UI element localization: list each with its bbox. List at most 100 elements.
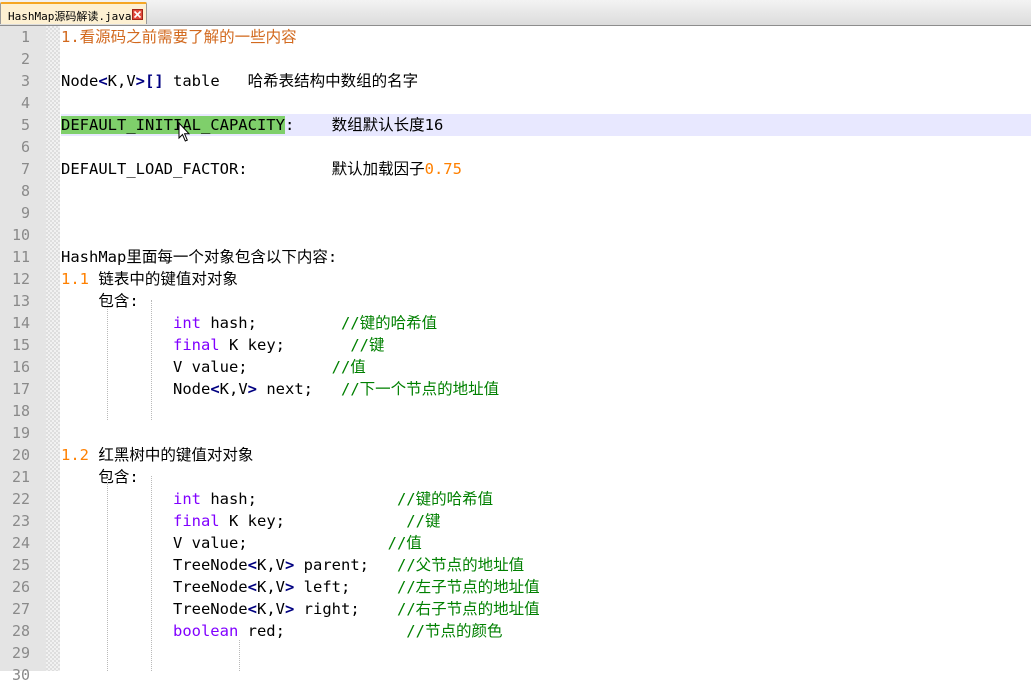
code-line[interactable]: 4 bbox=[0, 92, 1031, 114]
line-text: final K key; //键 bbox=[61, 334, 1031, 356]
line-number: 19 bbox=[11, 424, 30, 442]
line-text: TreeNode<K,V> right; //右子节点的地址值 bbox=[61, 598, 1031, 620]
line-number: 2 bbox=[20, 50, 30, 68]
code-token: HashMap里面每一个对象包含以下内容: bbox=[61, 248, 338, 266]
code-token: < bbox=[247, 556, 257, 574]
line-number: 12 bbox=[11, 270, 30, 288]
code-line[interactable]: 23 final K key; //键 bbox=[0, 510, 1031, 532]
code-line[interactable]: 13 包含: bbox=[0, 290, 1031, 312]
line-number: 15 bbox=[11, 336, 30, 354]
line-text: 1.2 红黑树中的键值对对象 bbox=[61, 444, 1031, 466]
indent-guide bbox=[239, 640, 240, 671]
line-text bbox=[61, 92, 1031, 114]
code-line[interactable]: 20 1.2 红黑树中的键值对对象 bbox=[0, 444, 1031, 466]
code-token: : 数组默认长度16 bbox=[284, 116, 444, 134]
line-text bbox=[61, 202, 1031, 224]
code-keyword: int bbox=[172, 314, 201, 332]
code-line[interactable]: 7 DEFAULT_LOAD_FACTOR: 默认加载因子0.75 bbox=[0, 158, 1031, 180]
code-token: DEFAULT_LOAD_FACTOR: 默认加载因子 bbox=[61, 160, 425, 178]
code-line[interactable]: 10 bbox=[0, 224, 1031, 246]
line-number: 14 bbox=[11, 314, 30, 332]
code-line[interactable]: 15 final K key; //键 bbox=[0, 334, 1031, 356]
line-number: 9 bbox=[20, 204, 30, 222]
file-tab[interactable]: HashMap源码解读.java bbox=[0, 2, 147, 24]
code-line[interactable]: 11 HashMap里面每一个对象包含以下内容: bbox=[0, 246, 1031, 268]
code-line[interactable]: 5 DEFAULT_INITIAL_CAPACITY: 数组默认长度16 bbox=[0, 114, 1031, 136]
line-number: 6 bbox=[20, 138, 30, 156]
code-line[interactable]: 12 1.1 链表中的键值对对象 bbox=[0, 268, 1031, 290]
code-line[interactable]: 21 包含: bbox=[0, 466, 1031, 488]
line-number: 4 bbox=[20, 94, 30, 112]
code-line[interactable]: 22 int hash; //键的哈希值 bbox=[0, 488, 1031, 510]
code-line[interactable]: 14 int hash; //键的哈希值 bbox=[0, 312, 1031, 334]
code-token: < bbox=[247, 578, 257, 596]
code-line[interactable]: 2 bbox=[0, 48, 1031, 70]
code-line[interactable]: 6 bbox=[0, 136, 1031, 158]
code-token: > bbox=[247, 380, 257, 398]
code-line[interactable]: 24 V value; //值 bbox=[0, 532, 1031, 554]
code-editor[interactable]: 1 1.看源码之前需要了解的一些内容 2 3 Node<K,V>[] table 哈希表… bbox=[0, 26, 1031, 686]
line-text: V value; //值 bbox=[61, 532, 1031, 554]
code-line[interactable]: 30 bbox=[0, 664, 1031, 686]
code-token: 1.2 bbox=[61, 446, 89, 464]
line-text: Node<K,V> next; //下一个节点的地址值 bbox=[61, 378, 1031, 400]
code-token: hash; bbox=[200, 314, 341, 332]
line-text: 包含: bbox=[61, 290, 1031, 312]
code-comment: //键 bbox=[350, 336, 385, 354]
code-token: > bbox=[284, 600, 295, 618]
indent-guide bbox=[107, 300, 108, 420]
line-text: int hash; //键的哈希值 bbox=[61, 312, 1031, 334]
code-line[interactable]: 18 bbox=[0, 400, 1031, 422]
line-number: 29 bbox=[11, 644, 30, 662]
indent-guide bbox=[151, 476, 152, 671]
line-text bbox=[61, 642, 1031, 664]
code-comment: //键的哈希值 bbox=[340, 314, 438, 332]
code-comment: //值 bbox=[387, 534, 422, 552]
code-line[interactable]: 25 TreeNode<K,V> parent; //父节点的地址值 bbox=[0, 554, 1031, 576]
code-token: Node bbox=[61, 72, 99, 90]
code-token: < bbox=[247, 600, 257, 618]
code-token: V value; bbox=[61, 534, 388, 552]
code-line[interactable]: 28 boolean red; //节点的颜色 bbox=[0, 620, 1031, 642]
code-comment: //节点的颜色 bbox=[406, 622, 503, 640]
line-text bbox=[61, 400, 1031, 422]
line-text: 1.1 链表中的键值对对象 bbox=[61, 268, 1031, 290]
code-line[interactable]: 1 1.看源码之前需要了解的一些内容 bbox=[0, 26, 1031, 48]
code-line[interactable]: 29 bbox=[0, 642, 1031, 664]
code-line[interactable]: 17 Node<K,V> next; //下一个节点的地址值 bbox=[0, 378, 1031, 400]
line-number: 17 bbox=[11, 380, 30, 398]
close-icon[interactable] bbox=[132, 9, 143, 20]
code-line[interactable]: 16 V value; //值 bbox=[0, 356, 1031, 378]
code-comment: //键 bbox=[406, 512, 441, 530]
code-comment: //左子节点的地址值 bbox=[396, 578, 540, 596]
code-keyword: final bbox=[172, 512, 220, 530]
selected-text: DEFAULT_INITIAL_CAPACITY bbox=[61, 116, 285, 134]
code-token: red; bbox=[238, 622, 407, 640]
code-token: right; bbox=[294, 600, 397, 618]
code-line[interactable]: 3 Node<K,V>[] table 哈希表结构中数组的名字 bbox=[0, 70, 1031, 92]
line-number: 11 bbox=[11, 248, 30, 266]
code-token: parent; bbox=[294, 556, 397, 574]
code-line[interactable]: 27 TreeNode<K,V> right; //右子节点的地址值 bbox=[0, 598, 1031, 620]
code-line[interactable]: 26 TreeNode<K,V> left; //左子节点的地址值 bbox=[0, 576, 1031, 598]
code-token: >[] bbox=[135, 72, 164, 90]
code-line[interactable]: 9 bbox=[0, 202, 1031, 224]
file-tab-title: HashMap源码解读.java bbox=[8, 10, 132, 23]
code-token: TreeNode bbox=[61, 578, 248, 596]
code-token: hash; bbox=[200, 490, 397, 508]
code-line[interactable]: 19 bbox=[0, 422, 1031, 444]
line-number: 22 bbox=[11, 490, 30, 508]
line-text: 包含: bbox=[61, 466, 1031, 488]
code-token: 红黑树中的键值对对象 bbox=[89, 446, 254, 464]
code-comment: //键的哈希值 bbox=[396, 490, 494, 508]
line-number: 27 bbox=[11, 600, 30, 618]
code-line[interactable]: 8 bbox=[0, 180, 1031, 202]
code-keyword: int bbox=[172, 490, 201, 508]
tab-bar: HashMap源码解读.java bbox=[0, 0, 1031, 26]
code-token: 链表中的键值对对象 bbox=[89, 270, 238, 288]
line-text: Node<K,V>[] table 哈希表结构中数组的名字 bbox=[61, 70, 1031, 92]
code-token: K,V bbox=[256, 578, 285, 596]
code-token: < bbox=[98, 72, 108, 90]
